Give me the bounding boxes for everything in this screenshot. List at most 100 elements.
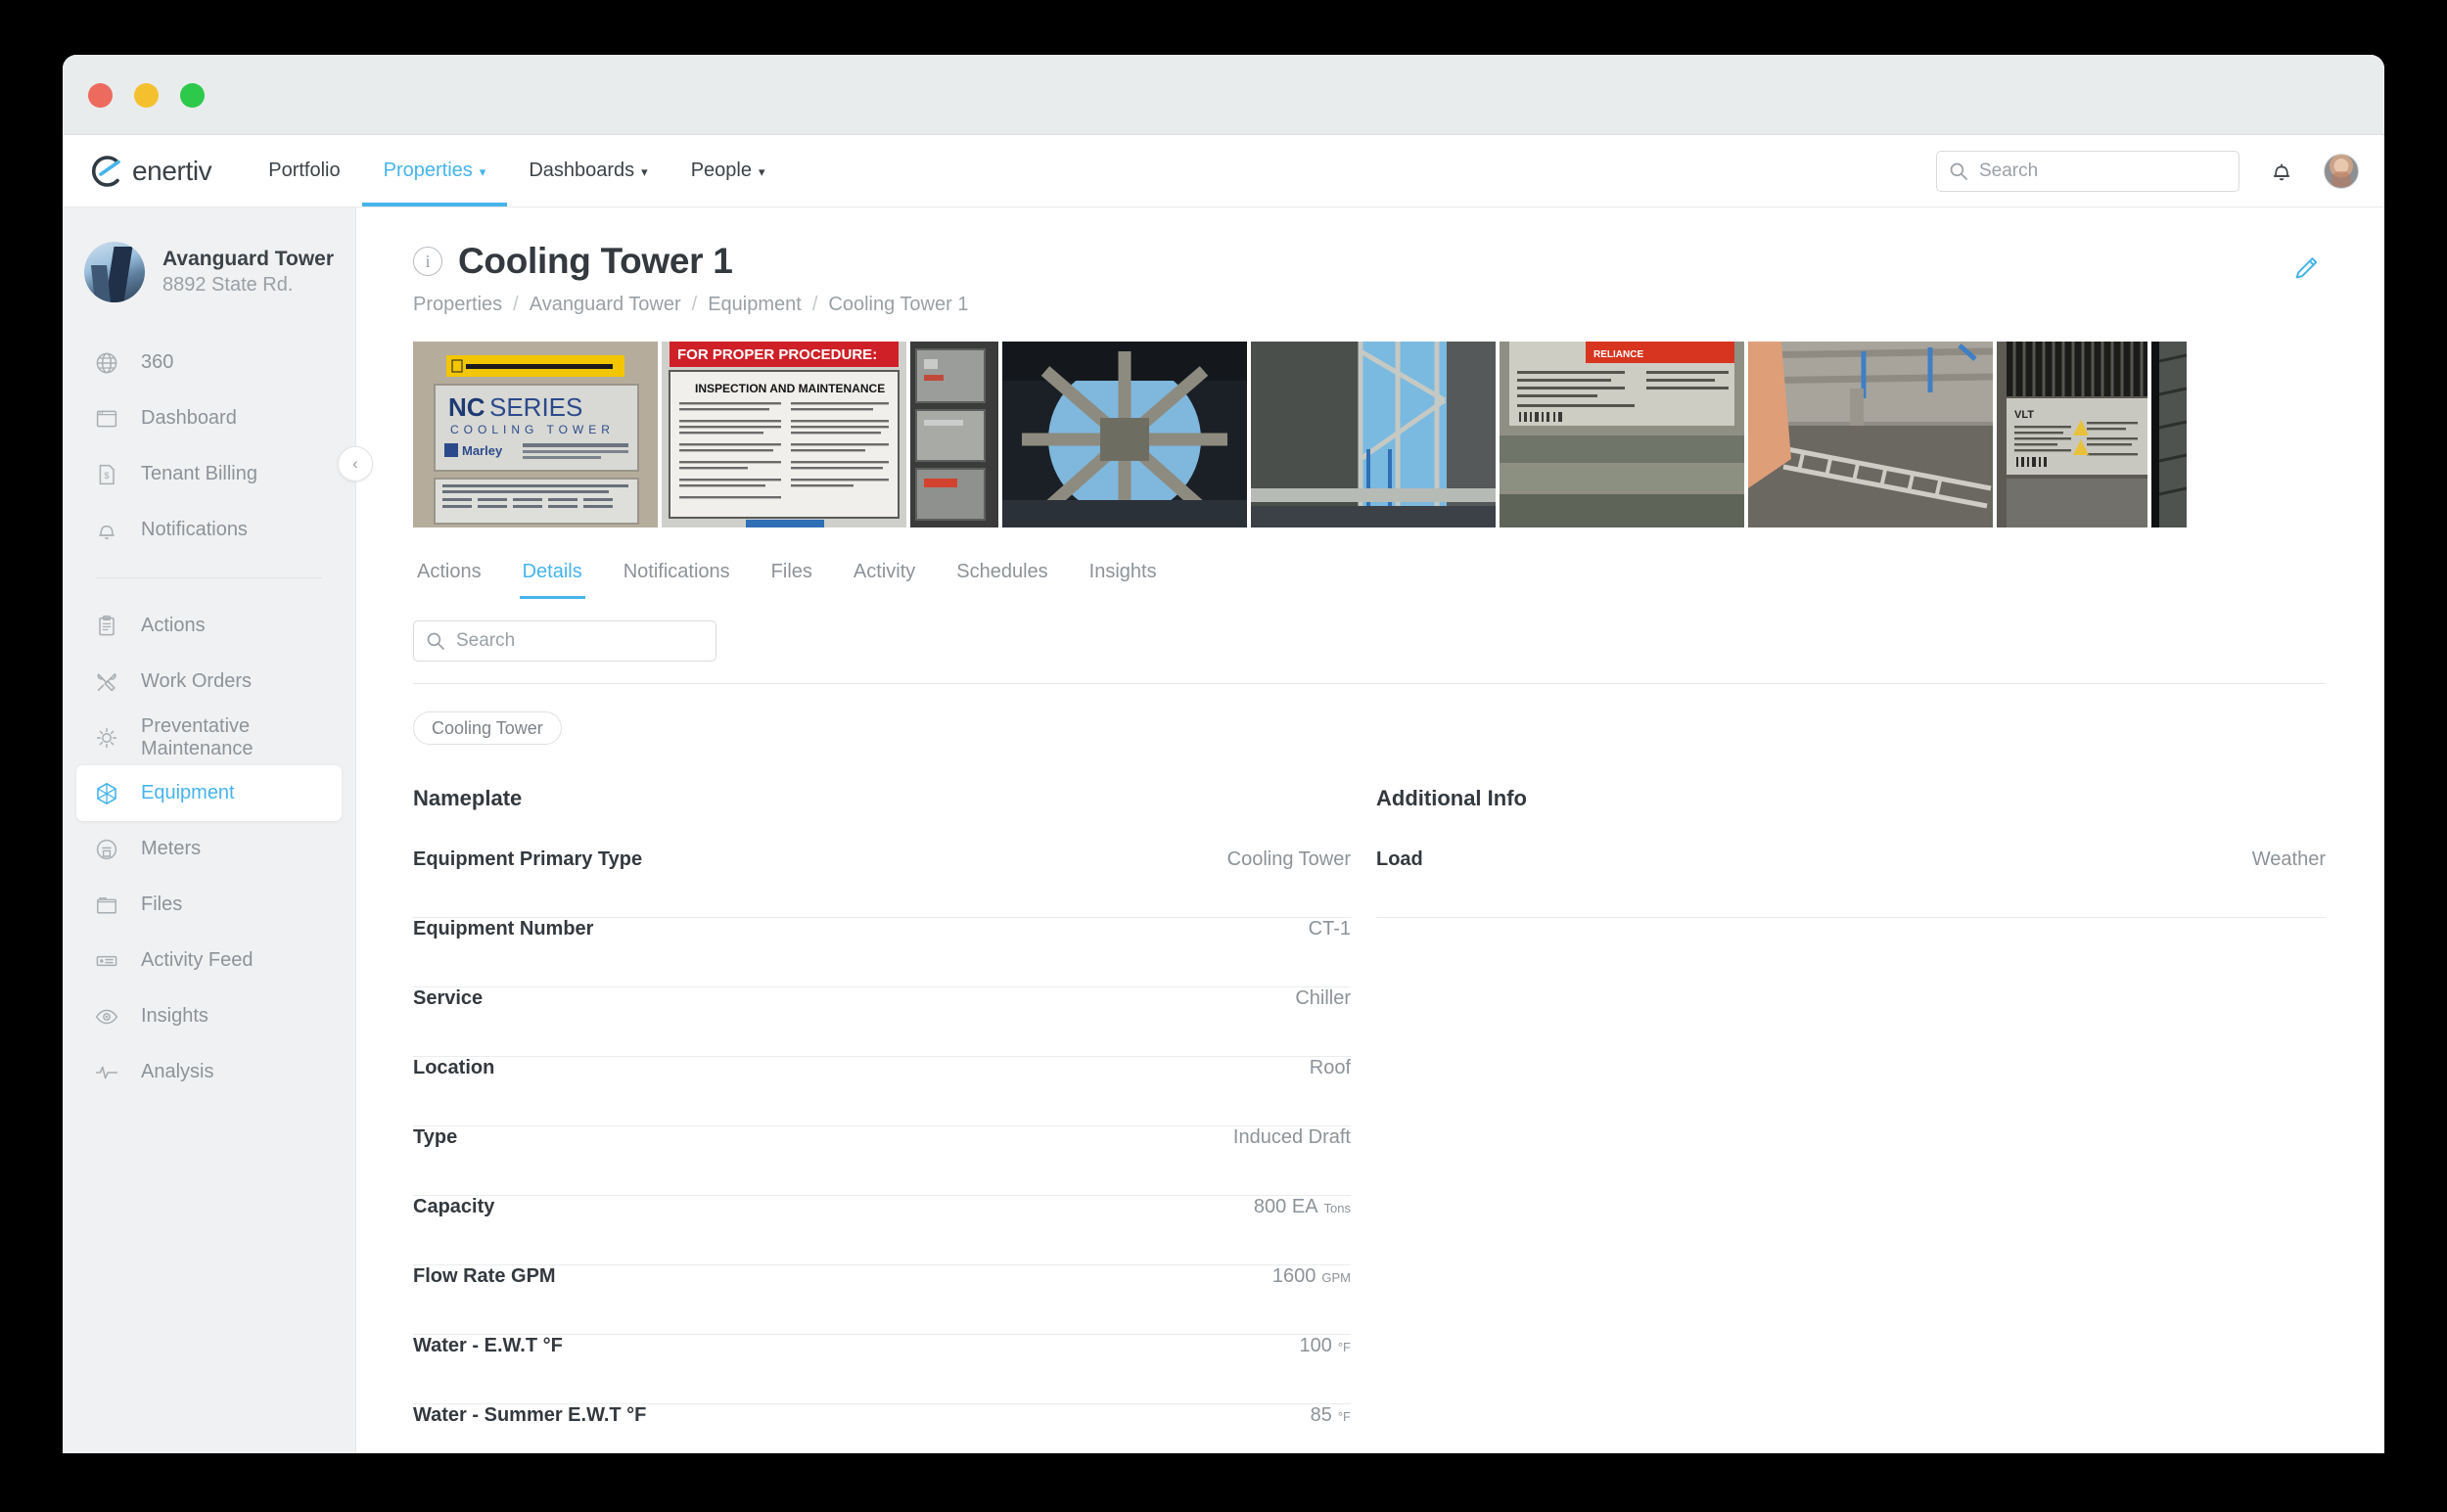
detail-value-text: CT-1 (1308, 918, 1351, 939)
sidebar-item-360[interactable]: 360 (76, 335, 342, 390)
sidebar-item-work-orders[interactable]: Work Orders (76, 654, 342, 710)
detail-row-location: Location Roof (413, 1057, 1351, 1126)
nav-item-portfolio[interactable]: Portfolio (247, 135, 361, 206)
sidebar-item-equipment[interactable]: Equipment (76, 765, 342, 821)
zoom-window-button[interactable] (180, 83, 205, 108)
photo-cooling-tower-louvers[interactable] (2151, 342, 2187, 527)
photo-inspection-and-maintenance-schedule-placard[interactable]: FOR PROPER PROCEDURE: INSPECTION AND MAI… (662, 342, 906, 527)
detail-row-service: Service Chiller (413, 987, 1351, 1057)
globe-icon (92, 348, 121, 378)
svg-text:FOR PROPER PROCEDURE:: FOR PROPER PROCEDURE: (677, 346, 877, 363)
detail-value-text: Cooling Tower (1226, 848, 1351, 870)
svg-text:COOLING TOWER: COOLING TOWER (450, 423, 615, 436)
sidebar-item-dashboard[interactable]: Dashboard (76, 390, 342, 446)
photo-nameplate-nc-series-cooling-tower[interactable]: NC SERIES COOLING TOWER Marley (413, 342, 658, 527)
detail-key: Water - Summer E.W.T °F (413, 1404, 647, 1426)
nav-item-people[interactable]: People ▾ (669, 135, 787, 206)
sidebar-collapse-button[interactable]: ‹ (338, 446, 373, 481)
nameplate-section-title: Nameplate (413, 786, 523, 810)
page-title: Cooling Tower 1 (458, 241, 733, 281)
feed-icon (92, 946, 121, 976)
photo-cooling-tower-exterior-frame[interactable] (1251, 342, 1496, 527)
sidebar-item-preventative-maintenance[interactable]: Preventative Maintenance (76, 710, 342, 765)
svg-text:SERIES: SERIES (489, 392, 582, 422)
minimize-window-button[interactable] (134, 83, 159, 108)
sidebar-item-meters[interactable]: Meters (76, 821, 342, 877)
invoice-dollar-icon: $ (92, 460, 121, 489)
breadcrumb-item-avanguard-tower[interactable]: Avanguard Tower (530, 294, 681, 316)
details-search-input[interactable]: Search (413, 620, 716, 662)
detail-value-unit: °F (1337, 1409, 1351, 1424)
sidebar-item-tenant-billing[interactable]: $ Tenant Billing (76, 446, 342, 502)
sidebar-item-notifications[interactable]: Notifications (76, 502, 342, 558)
equipment-photo-strip[interactable]: NC SERIES COOLING TOWER Marley FOR PROPE… (413, 342, 2326, 527)
detail-value: 1600 GPM (1272, 1265, 1351, 1288)
additional-info-section: Additional Info Load Weather (1376, 786, 2326, 1453)
sidebar-item-activity-feed-label: Activity Feed (141, 949, 254, 971)
sidebar-item-insights[interactable]: Insights (76, 988, 342, 1044)
details-search-placeholder: Search (456, 630, 516, 651)
sidebar-property-card[interactable]: Avanguard Tower 8892 State Rd. (63, 233, 355, 311)
sidebar-item-files-label: Files (141, 893, 183, 915)
pencil-icon (2291, 253, 2321, 283)
sidebar-item-files[interactable]: Files (76, 877, 342, 933)
page-header: i Cooling Tower 1 Properties / Avanguard… (413, 241, 2326, 316)
user-avatar[interactable] (2324, 153, 2359, 189)
tab-activity[interactable]: Activity (833, 561, 936, 599)
tab-actions[interactable]: Actions (413, 561, 502, 599)
notifications-button[interactable] (2265, 155, 2298, 188)
detail-key: Equipment Number (413, 918, 594, 939)
sidebar-item-preventative-maintenance-label: Preventative Maintenance (141, 714, 254, 759)
detail-value-text: 800 EA (1253, 1196, 1318, 1217)
tab-details[interactable]: Details (502, 561, 603, 599)
category-chip-cooling-tower[interactable]: Cooling Tower (413, 711, 562, 745)
bell-icon (2268, 158, 2295, 185)
enertiv-logo-text: enertiv (132, 155, 212, 186)
sidebar-group-two: Actions Work Orders Preventative Mainten… (63, 598, 355, 1100)
sidebar-item-activity-feed[interactable]: Activity Feed (76, 933, 342, 988)
enertiv-logo[interactable]: enertiv (88, 153, 212, 190)
detail-key: Location (413, 1057, 495, 1078)
tab-files[interactable]: Files (751, 561, 833, 599)
meter-icon (92, 835, 121, 864)
detail-row-equipment-number: Equipment Number CT-1 (413, 918, 1351, 987)
nav-item-dashboards[interactable]: Dashboards ▾ (507, 135, 669, 206)
gear-icon (92, 723, 121, 753)
folder-icon (92, 891, 121, 920)
close-window-button[interactable] (88, 83, 113, 108)
breadcrumb-item-properties[interactable]: Properties (413, 294, 502, 316)
sidebar-item-meters-label: Meters (141, 838, 202, 859)
sidebar-item-dashboard-label: Dashboard (141, 407, 237, 429)
global-search-input[interactable]: Search (1936, 150, 2239, 192)
detail-row-capacity: Capacity 800 EA Tons (413, 1196, 1351, 1265)
sidebar-item-work-orders-label: Work Orders (141, 670, 252, 692)
photo-motor-nameplate-closeup[interactable]: RELIANCE (1500, 342, 1744, 527)
tab-notifications[interactable]: Notifications (603, 561, 751, 599)
detail-value-text: Weather (2251, 848, 2326, 870)
detail-row-equipment-primary-type: Equipment Primary Type Cooling Tower (413, 848, 1351, 918)
svg-text:INSPECTION AND MAINTENANCE: INSPECTION AND MAINTENANCE (695, 382, 885, 395)
chevron-left-icon: ‹ (352, 454, 358, 473)
photo-electrical-control-panels[interactable] (910, 342, 998, 527)
breadcrumb-item-equipment[interactable]: Equipment (708, 294, 802, 316)
detail-row-type: Type Induced Draft (413, 1126, 1351, 1196)
global-search-placeholder: Search (1979, 160, 2039, 181)
edit-page-button[interactable] (2286, 249, 2326, 288)
photo-vlt-hvac-drive-nameplate[interactable]: VLT (1997, 342, 2147, 527)
tab-schedules[interactable]: Schedules (936, 561, 1068, 599)
window-titlebar (63, 55, 2384, 135)
detail-value: Weather (2252, 848, 2326, 871)
photo-fan-deck-structure-from-below[interactable] (1002, 342, 1247, 527)
sidebar-item-actions[interactable]: Actions (76, 598, 342, 654)
sidebar-item-notifications-label: Notifications (141, 519, 248, 540)
nav-item-properties[interactable]: Properties ▾ (361, 135, 508, 206)
photo-rooftop-ladder-and-piping[interactable] (1748, 342, 1993, 527)
info-icon[interactable]: i (413, 247, 442, 276)
tab-insights[interactable]: Insights (1069, 561, 1177, 599)
svg-text:$: $ (104, 471, 109, 481)
tab-activity-label: Activity (853, 561, 916, 582)
detail-value: Induced Draft (1233, 1126, 1351, 1149)
nav-item-properties-label: Properties (383, 160, 473, 181)
sidebar-item-analysis[interactable]: Analysis (76, 1044, 342, 1100)
window-traffic-lights (88, 83, 205, 108)
